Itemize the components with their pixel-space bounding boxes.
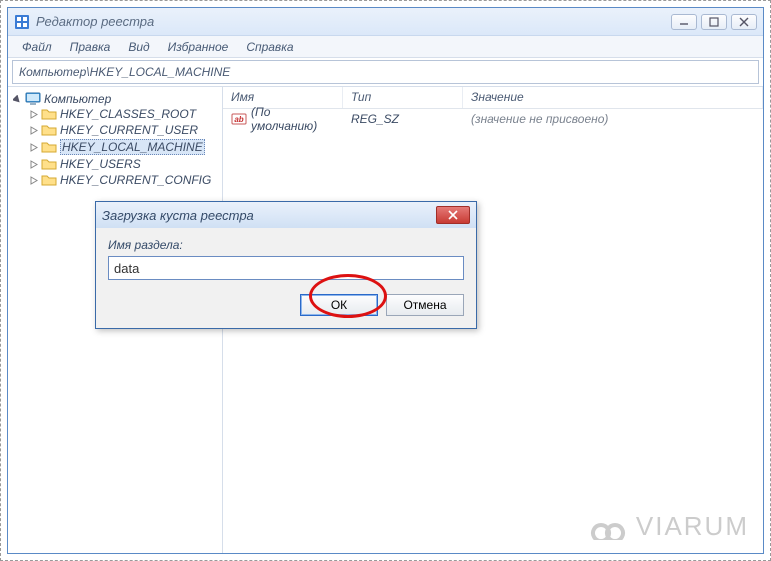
folder-icon (41, 123, 57, 137)
tree-item-hku[interactable]: HKEY_USERS (28, 157, 220, 171)
app-icon (14, 14, 30, 30)
svg-text:ab: ab (234, 115, 243, 124)
computer-icon (25, 92, 41, 106)
tree-item-hkcc[interactable]: HKEY_CURRENT_CONFIG (28, 173, 220, 187)
watermark-text: VIARUM (636, 511, 749, 542)
watermark-logo-icon (586, 510, 630, 543)
cell-value: (значение не присвоено) (463, 112, 763, 126)
twisty-collapsed-icon[interactable] (28, 159, 38, 169)
dialog-body: Имя раздела: ОК Отмена (96, 228, 476, 328)
twisty-collapsed-icon[interactable] (28, 109, 38, 119)
tree-root-label: Компьютер (44, 92, 111, 106)
tree-item-label: HKEY_CURRENT_USER (60, 123, 198, 137)
maximize-button[interactable] (701, 14, 727, 30)
twisty-collapsed-icon[interactable] (28, 142, 38, 152)
folder-icon (41, 173, 57, 187)
dialog-close-button[interactable] (436, 206, 470, 224)
menu-help[interactable]: Справка (238, 38, 301, 56)
dialog-titlebar: Загрузка куста реестра (96, 202, 476, 228)
string-value-icon: ab (231, 112, 247, 126)
close-button[interactable] (731, 14, 757, 30)
address-path: Компьютер\HKEY_LOCAL_MACHINE (19, 65, 230, 79)
tree-item-hkcu[interactable]: HKEY_CURRENT_USER (28, 123, 220, 137)
folder-icon (41, 140, 57, 154)
menu-favorites[interactable]: Избранное (160, 38, 237, 56)
column-type[interactable]: Тип (343, 87, 463, 108)
menu-edit[interactable]: Правка (62, 38, 119, 56)
tree-item-label: HKEY_USERS (60, 157, 141, 171)
menubar: Файл Правка Вид Избранное Справка (8, 36, 763, 58)
window-title: Редактор реестра (36, 14, 671, 29)
menu-file[interactable]: Файл (14, 38, 60, 56)
address-bar[interactable]: Компьютер\HKEY_LOCAL_MACHINE (12, 60, 759, 84)
tree-root[interactable]: Компьютер (12, 92, 220, 106)
tree-item-label: HKEY_CURRENT_CONFIG (60, 173, 211, 187)
column-value[interactable]: Значение (463, 87, 763, 108)
twisty-collapsed-icon[interactable] (28, 175, 38, 185)
tree-item-hkcr[interactable]: HKEY_CLASSES_ROOT (28, 107, 220, 121)
ok-button[interactable]: ОК (300, 294, 378, 316)
cell-name: ab (По умолчанию) (223, 105, 343, 133)
menu-view[interactable]: Вид (120, 38, 157, 56)
tree-item-hklm[interactable]: HKEY_LOCAL_MACHINE (28, 139, 220, 155)
load-hive-dialog: Загрузка куста реестра Имя раздела: ОК О… (95, 201, 477, 329)
list-row[interactable]: ab (По умолчанию) REG_SZ (значение не пр… (223, 109, 763, 129)
dialog-label: Имя раздела: (108, 238, 464, 252)
twisty-collapsed-icon[interactable] (28, 125, 38, 135)
tree-item-label: HKEY_CLASSES_ROOT (60, 107, 196, 121)
titlebar: Редактор реестра (8, 8, 763, 36)
tree-item-label: HKEY_LOCAL_MACHINE (60, 139, 205, 155)
cell-type: REG_SZ (343, 112, 463, 126)
folder-icon (41, 107, 57, 121)
key-name-input[interactable] (108, 256, 464, 280)
dialog-buttons: ОК Отмена (108, 294, 464, 316)
minimize-button[interactable] (671, 14, 697, 30)
cell-name-text: (По умолчанию) (251, 105, 335, 133)
screenshot-frame: Редактор реестра Файл Правка Вид Избранн… (0, 0, 771, 561)
window-controls (671, 14, 757, 30)
watermark: VIARUM (586, 510, 749, 543)
dialog-title: Загрузка куста реестра (102, 208, 436, 223)
folder-icon (41, 157, 57, 171)
twisty-expanded-icon[interactable] (12, 94, 22, 104)
cancel-button[interactable]: Отмена (386, 294, 464, 316)
